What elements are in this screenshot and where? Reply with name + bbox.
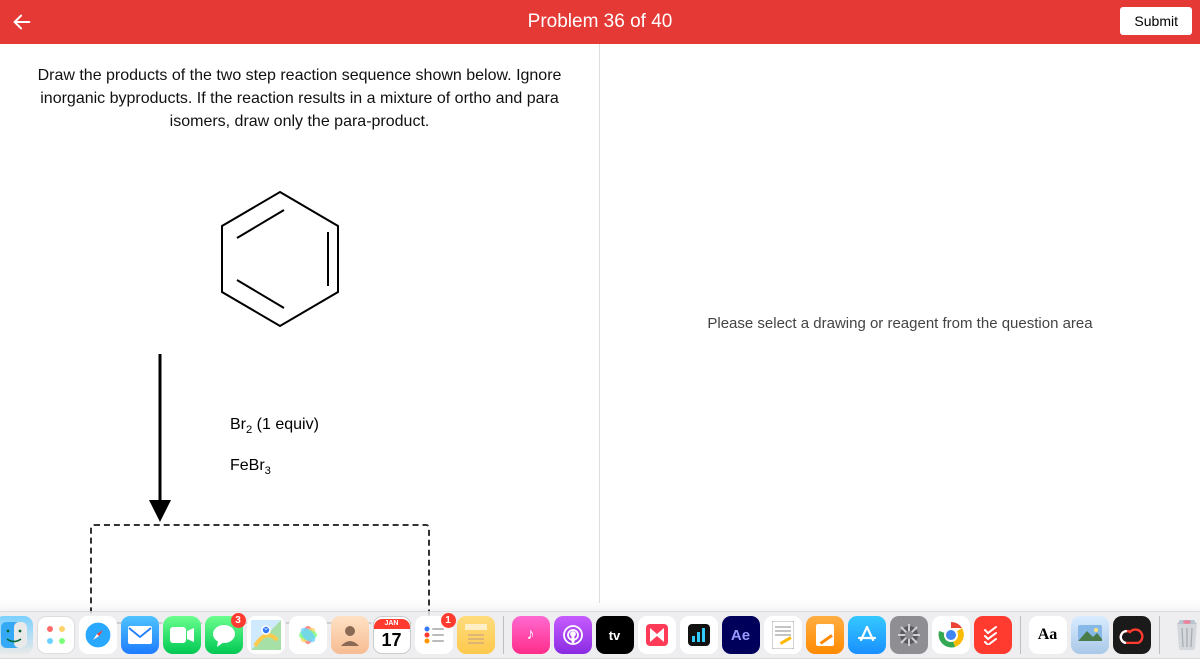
dock-separator — [1159, 616, 1160, 654]
calendar-month: JAN — [374, 619, 410, 629]
stocks-icon[interactable] — [680, 616, 718, 654]
reagent-line-2: FeBr3 — [230, 445, 319, 487]
reminders-icon[interactable]: 1 — [415, 616, 453, 654]
problem-counter: Problem 36 of 40 — [528, 11, 673, 33]
topbar: Problem 36 of 40 Submit — [0, 0, 1200, 44]
arrow-left-icon — [11, 11, 33, 33]
messages-badge: 3 — [231, 613, 246, 628]
dock-separator — [1020, 616, 1021, 654]
safari-icon[interactable] — [79, 616, 117, 654]
product-drop-zone[interactable] — [90, 524, 430, 624]
dock: 3 JAN 17 1 ♪ tv — [0, 611, 1200, 659]
reaction-diagram: Br2 (1 equiv) FeBr3 — [30, 164, 569, 603]
calendar-day: 17 — [381, 629, 401, 651]
notes-icon[interactable] — [457, 616, 495, 654]
launchpad-icon[interactable] — [37, 616, 75, 654]
textedit-icon[interactable] — [764, 616, 802, 654]
system-preferences-icon[interactable] — [890, 616, 928, 654]
contacts-icon[interactable] — [331, 616, 369, 654]
question-pane: Draw the products of the two step reacti… — [0, 44, 600, 603]
trash-icon[interactable] — [1168, 616, 1200, 654]
messages-icon[interactable]: 3 — [205, 616, 243, 654]
mail-icon[interactable] — [121, 616, 159, 654]
question-prompt: Draw the products of the two step reacti… — [30, 64, 569, 134]
dock-separator — [503, 616, 504, 654]
photos-icon[interactable] — [289, 616, 327, 654]
todoist-icon[interactable] — [974, 616, 1012, 654]
calendar-icon[interactable]: JAN 17 — [373, 616, 411, 654]
finder-icon[interactable] — [0, 616, 33, 654]
dictionary-icon[interactable]: Aa — [1029, 616, 1067, 654]
podcasts-icon[interactable] — [554, 616, 592, 654]
pages-icon[interactable] — [806, 616, 844, 654]
maps-icon[interactable] — [247, 616, 285, 654]
reagent-line-1: Br2 (1 equiv) — [230, 404, 319, 446]
back-button[interactable] — [0, 0, 44, 44]
answer-placeholder: Please select a drawing or reagent from … — [707, 315, 1092, 332]
tv-icon[interactable]: tv — [596, 616, 634, 654]
reagent-list[interactable]: Br2 (1 equiv) FeBr3 — [230, 404, 319, 487]
facetime-icon[interactable] — [163, 616, 201, 654]
answer-pane[interactable]: Please select a drawing or reagent from … — [600, 44, 1200, 603]
benzene-structure[interactable] — [210, 184, 350, 334]
creative-cloud-icon[interactable] — [1113, 616, 1151, 654]
workspace: Draw the products of the two step reacti… — [0, 44, 1200, 603]
dock-area: 3 JAN 17 1 ♪ tv — [0, 603, 1200, 659]
submit-button[interactable]: Submit — [1120, 7, 1192, 35]
preview-icon[interactable] — [1071, 616, 1109, 654]
app-store-icon[interactable] — [848, 616, 886, 654]
music-icon[interactable]: ♪ — [512, 616, 550, 654]
reminders-badge: 1 — [441, 613, 456, 628]
news-icon[interactable] — [638, 616, 676, 654]
after-effects-icon[interactable]: Ae — [722, 616, 760, 654]
chrome-icon[interactable] — [932, 616, 970, 654]
reaction-arrow-icon — [140, 354, 180, 524]
